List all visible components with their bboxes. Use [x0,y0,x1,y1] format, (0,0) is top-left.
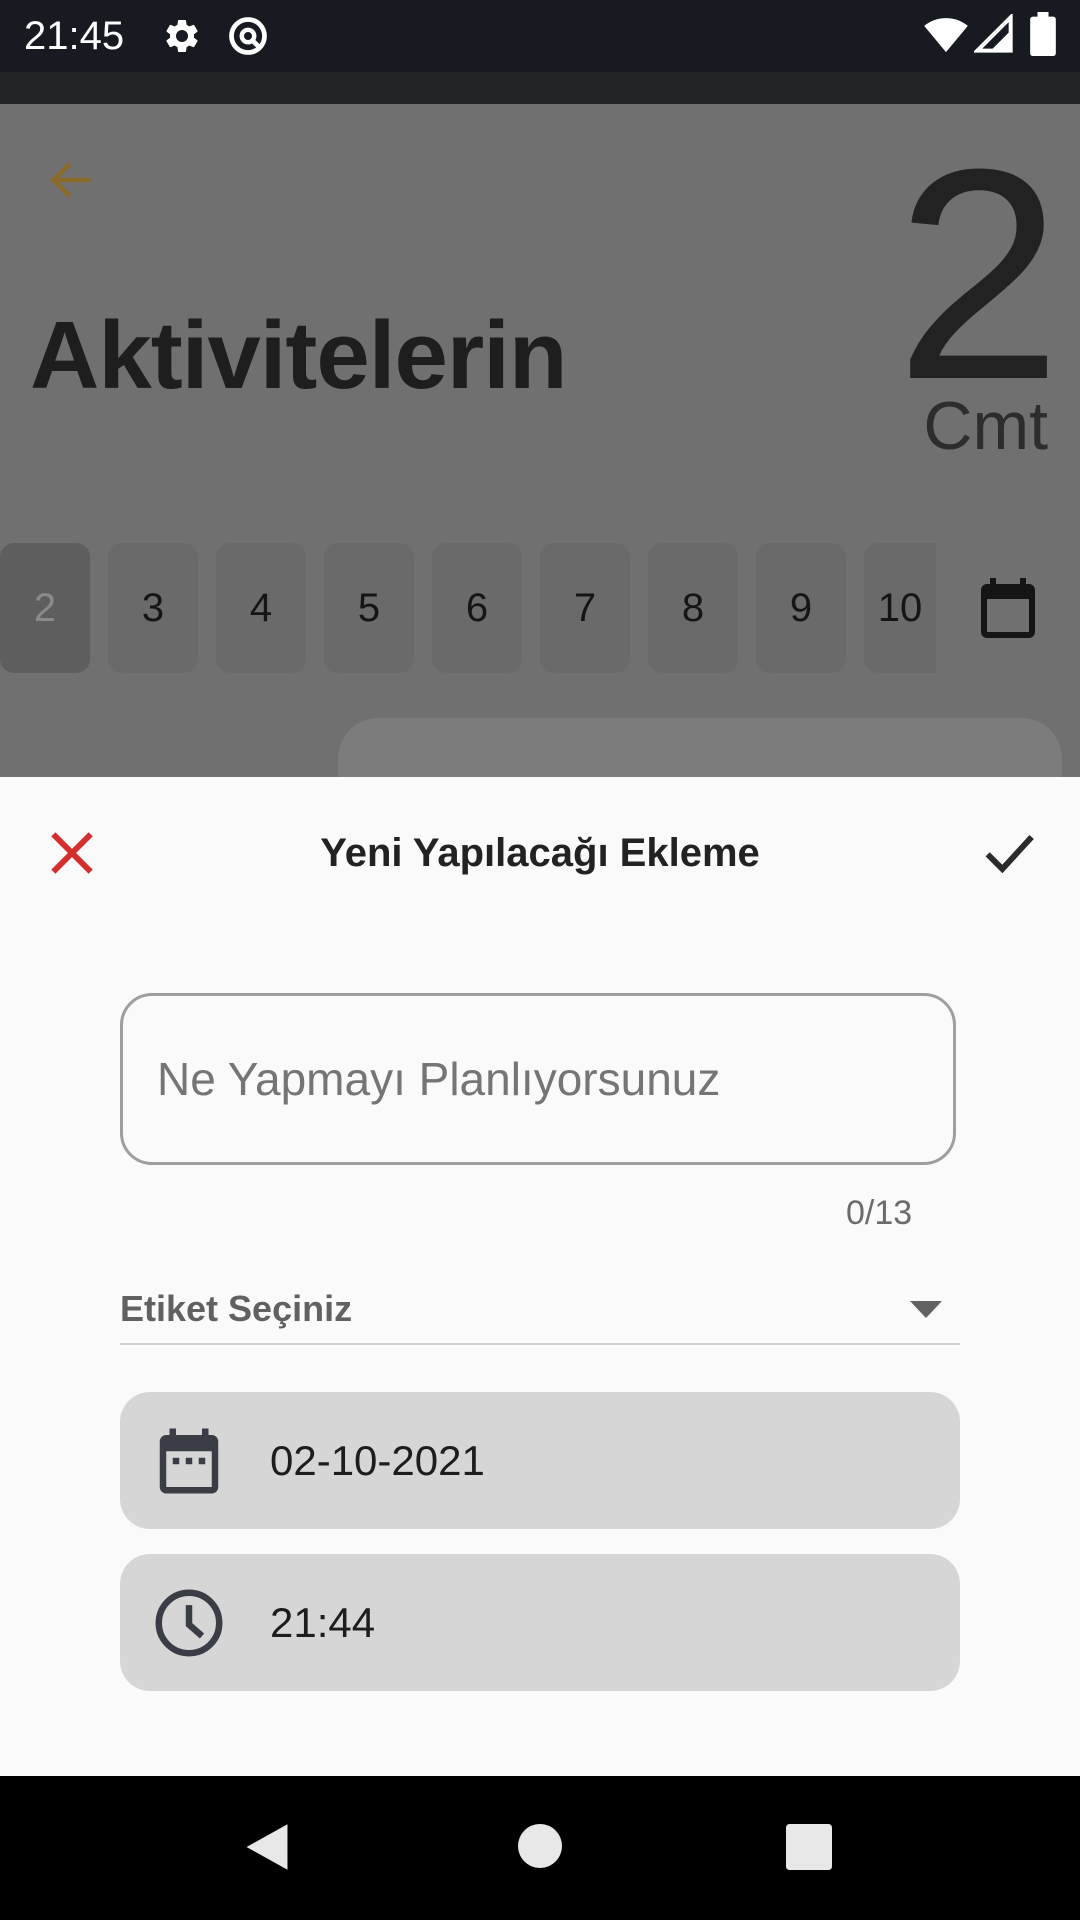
navigation-bar [0,1776,1080,1920]
gear-icon [166,19,198,52]
arrow-left-icon[interactable] [44,152,100,208]
time-picker-field[interactable]: 21:44 [120,1554,960,1691]
selected-day-name: Cmt [923,388,1048,464]
calendar-icon[interactable] [972,570,1044,646]
app-top-strip [0,72,1080,104]
day-chip-7[interactable]: 7 [540,543,630,673]
chevron-down-icon [910,1301,942,1318]
calendar-icon [159,1428,219,1494]
tag-dropdown[interactable]: Etiket Seçiniz [120,1277,960,1345]
back-triangle-icon[interactable] [244,1822,290,1872]
home-circle-icon[interactable] [518,1824,562,1868]
day-chip-2[interactable]: 2 [0,543,90,673]
sheet-title: Yeni Yapılacağı Ekleme [320,831,760,875]
day-chip-3[interactable]: 3 [108,543,198,673]
clock-icon [155,1589,223,1657]
status-time: 21:45 [24,14,125,58]
wifi-icon [924,18,968,53]
day-chip-9[interactable]: 9 [756,543,846,673]
recents-square-icon[interactable] [786,1824,832,1870]
date-value: 02-10-2021 [270,1437,485,1484]
day-chip-4[interactable]: 4 [216,543,306,673]
day-chip-5[interactable]: 5 [324,543,414,673]
page-title: Aktivitelerin [30,302,568,409]
do-not-disturb-icon [229,17,267,55]
battery-icon [1030,12,1056,56]
char-counter: 0/13 [846,1194,913,1232]
todo-title-field[interactable] [120,993,956,1165]
day-chip-6[interactable]: 6 [432,543,522,673]
tag-dropdown-label: Etiket Seçiniz [120,1288,353,1329]
check-icon[interactable] [975,821,1043,885]
date-picker-field[interactable]: 02-10-2021 [120,1392,960,1529]
background-page: Aktivitelerin 2 Cmt 2 3 4 5 6 7 8 9 10 [0,104,1080,777]
day-chip-10[interactable]: 10 [864,543,936,673]
activity-card-peek [338,718,1062,777]
status-bar: 21:45 [0,0,1080,72]
signal-icon [974,14,1013,53]
time-value: 21:44 [270,1599,376,1646]
day-chip-8[interactable]: 8 [648,543,738,673]
todo-title-input[interactable] [123,996,953,1162]
add-todo-sheet: Yeni Yapılacağı Ekleme 0/13 Etiket Seçin… [0,777,1080,1776]
